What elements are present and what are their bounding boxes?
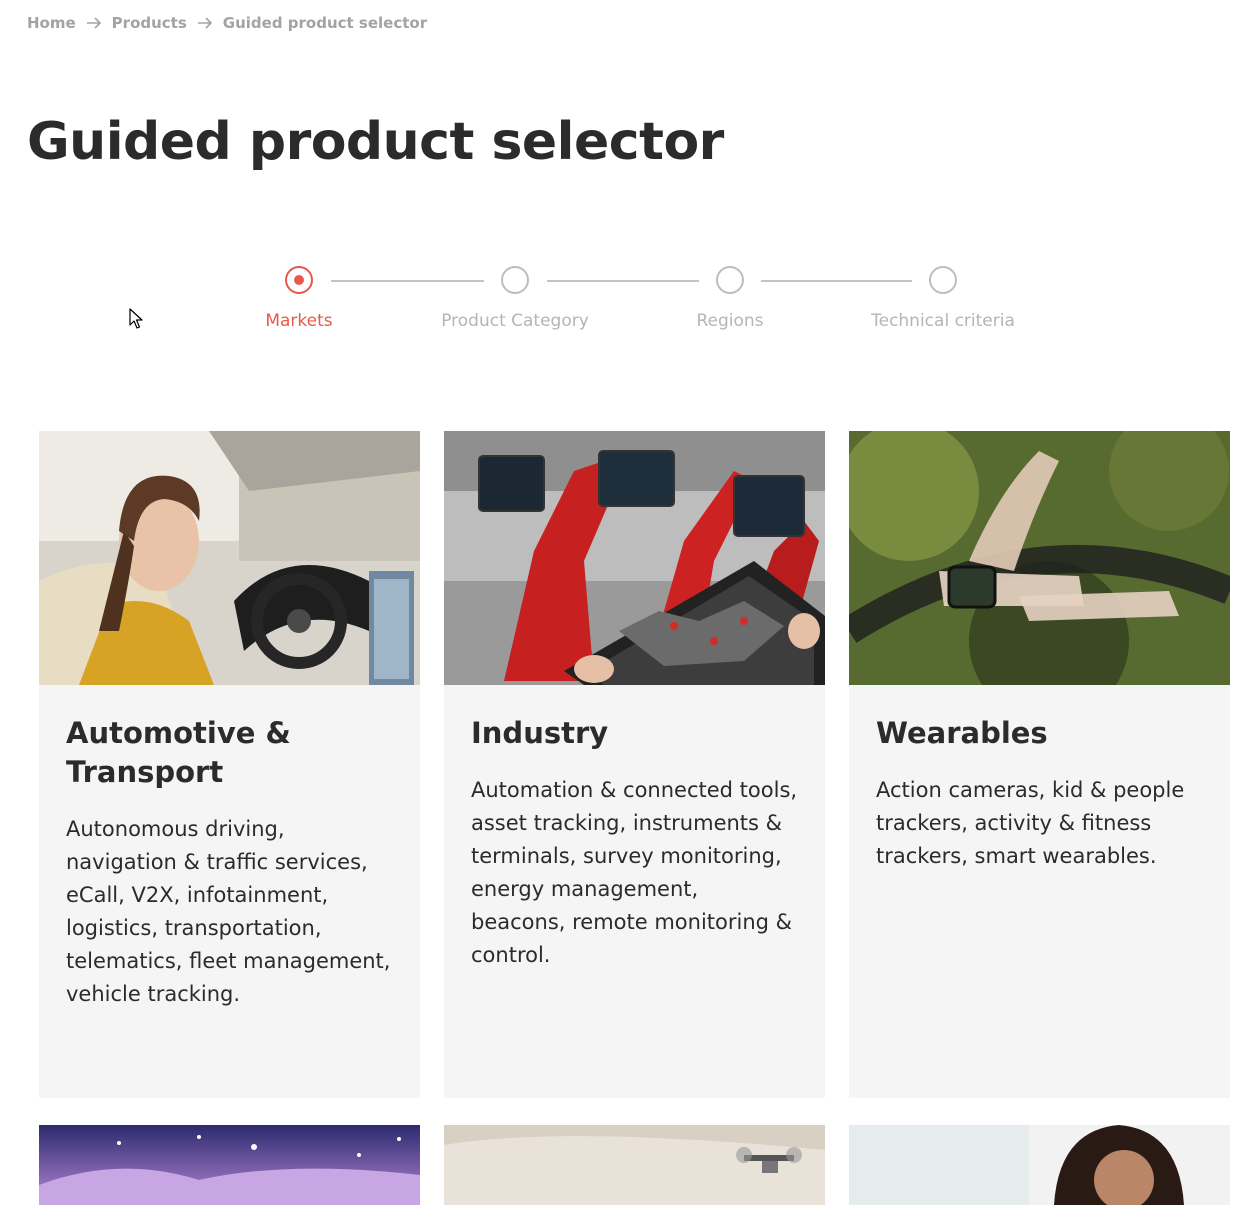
radio-empty-icon [501, 266, 529, 294]
card-wearables[interactable]: Wearables Action cameras, kid & people t… [849, 431, 1230, 1098]
arrow-right-icon [195, 17, 215, 29]
step-label: Markets [265, 311, 333, 331]
breadcrumb-home[interactable]: Home [27, 14, 76, 32]
industrial-robots-tablet-image [444, 431, 825, 685]
smartwatch-steering-wheel-image [849, 431, 1230, 685]
breadcrumb-products[interactable]: Products [112, 14, 187, 32]
page-title: Guided product selector [27, 112, 724, 172]
card-market[interactable] [39, 1125, 420, 1205]
radio-selected-icon [285, 266, 313, 294]
card-automotive-transport[interactable]: Automotive & Transport Autonomous drivin… [39, 431, 420, 1098]
woman-driving-car-image [39, 431, 420, 685]
card-market[interactable] [444, 1125, 825, 1205]
card-description: Autonomous driving, navigation & traffic… [66, 817, 391, 1006]
drone-landscape-image [444, 1125, 825, 1205]
step-technical-criteria[interactable]: Technical criteria [843, 262, 1043, 331]
step-regions[interactable]: Regions [630, 262, 830, 331]
step-product-category[interactable]: Product Category [415, 262, 615, 331]
card-title: Automotive & Transport [66, 716, 291, 789]
step-label: Product Category [441, 311, 589, 331]
radio-empty-icon [929, 266, 957, 294]
step-label: Technical criteria [871, 311, 1015, 331]
breadcrumb-current: Guided product selector [222, 14, 428, 32]
card-title: Industry [471, 716, 609, 750]
step-markets[interactable]: Markets [199, 262, 399, 331]
progress-stepper: Markets Product Category Regions Technic… [0, 262, 1252, 342]
mouse-cursor-icon [129, 308, 143, 329]
card-description: Automation & connected tools, asset trac… [471, 778, 798, 967]
starry-sky-image [39, 1125, 420, 1205]
arrow-right-icon [84, 17, 104, 29]
card-market[interactable] [849, 1125, 1230, 1205]
step-label: Regions [696, 311, 764, 331]
card-description: Action cameras, kid & people trackers, a… [876, 778, 1185, 868]
card-title: Wearables [876, 716, 1048, 750]
card-industry[interactable]: Industry Automation & connected tools, a… [444, 431, 825, 1098]
breadcrumb: Home Products Guided product selector [27, 14, 427, 32]
woman-portrait-image [849, 1125, 1230, 1205]
radio-empty-icon [716, 266, 744, 294]
